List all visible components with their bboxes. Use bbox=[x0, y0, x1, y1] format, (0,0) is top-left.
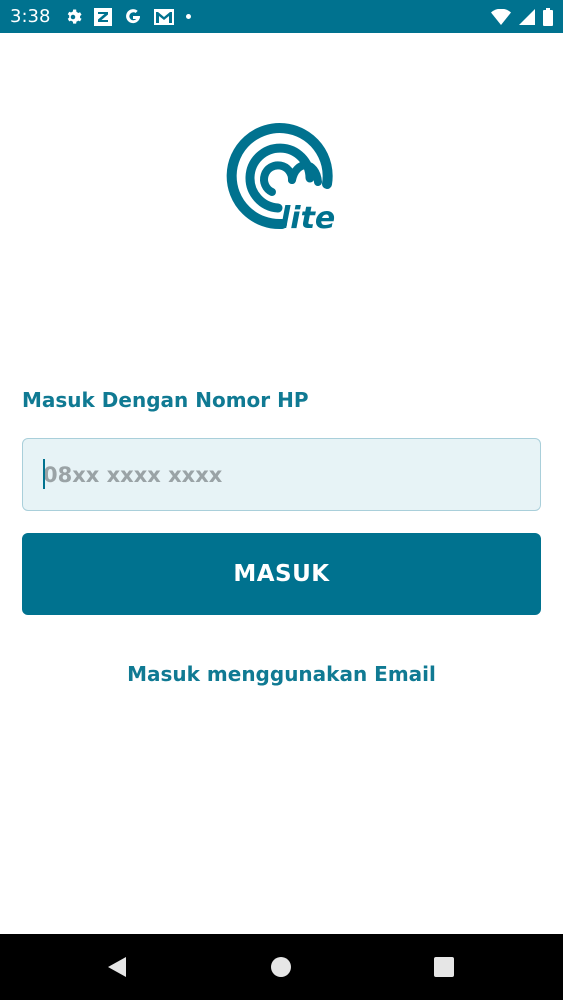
phone-number-input[interactable] bbox=[22, 438, 541, 511]
home-icon[interactable] bbox=[270, 956, 292, 978]
wifi-icon bbox=[491, 8, 511, 25]
status-icons-right bbox=[491, 7, 553, 26]
login-button[interactable]: MASUK bbox=[22, 533, 541, 615]
email-login-link[interactable]: Masuk menggunakan Email bbox=[0, 662, 563, 686]
status-bar: 3:38 bbox=[0, 0, 563, 33]
google-g-icon bbox=[124, 8, 142, 26]
recents-icon[interactable] bbox=[433, 956, 455, 978]
back-icon[interactable] bbox=[106, 956, 128, 978]
app-logo: lite bbox=[226, 120, 338, 236]
navigation-bar bbox=[0, 934, 563, 1000]
notification-dot-icon bbox=[186, 14, 192, 19]
signal-icon bbox=[519, 8, 535, 25]
status-time: 3:38 bbox=[10, 6, 51, 27]
svg-text:lite: lite bbox=[280, 201, 335, 232]
text-caret bbox=[43, 459, 45, 489]
login-label: Masuk Dengan Nomor HP bbox=[22, 388, 309, 412]
z-app-icon bbox=[94, 7, 113, 26]
battery-icon bbox=[543, 7, 553, 26]
gear-icon bbox=[64, 8, 82, 26]
gmail-icon bbox=[154, 8, 175, 25]
status-icons-left bbox=[64, 7, 192, 26]
